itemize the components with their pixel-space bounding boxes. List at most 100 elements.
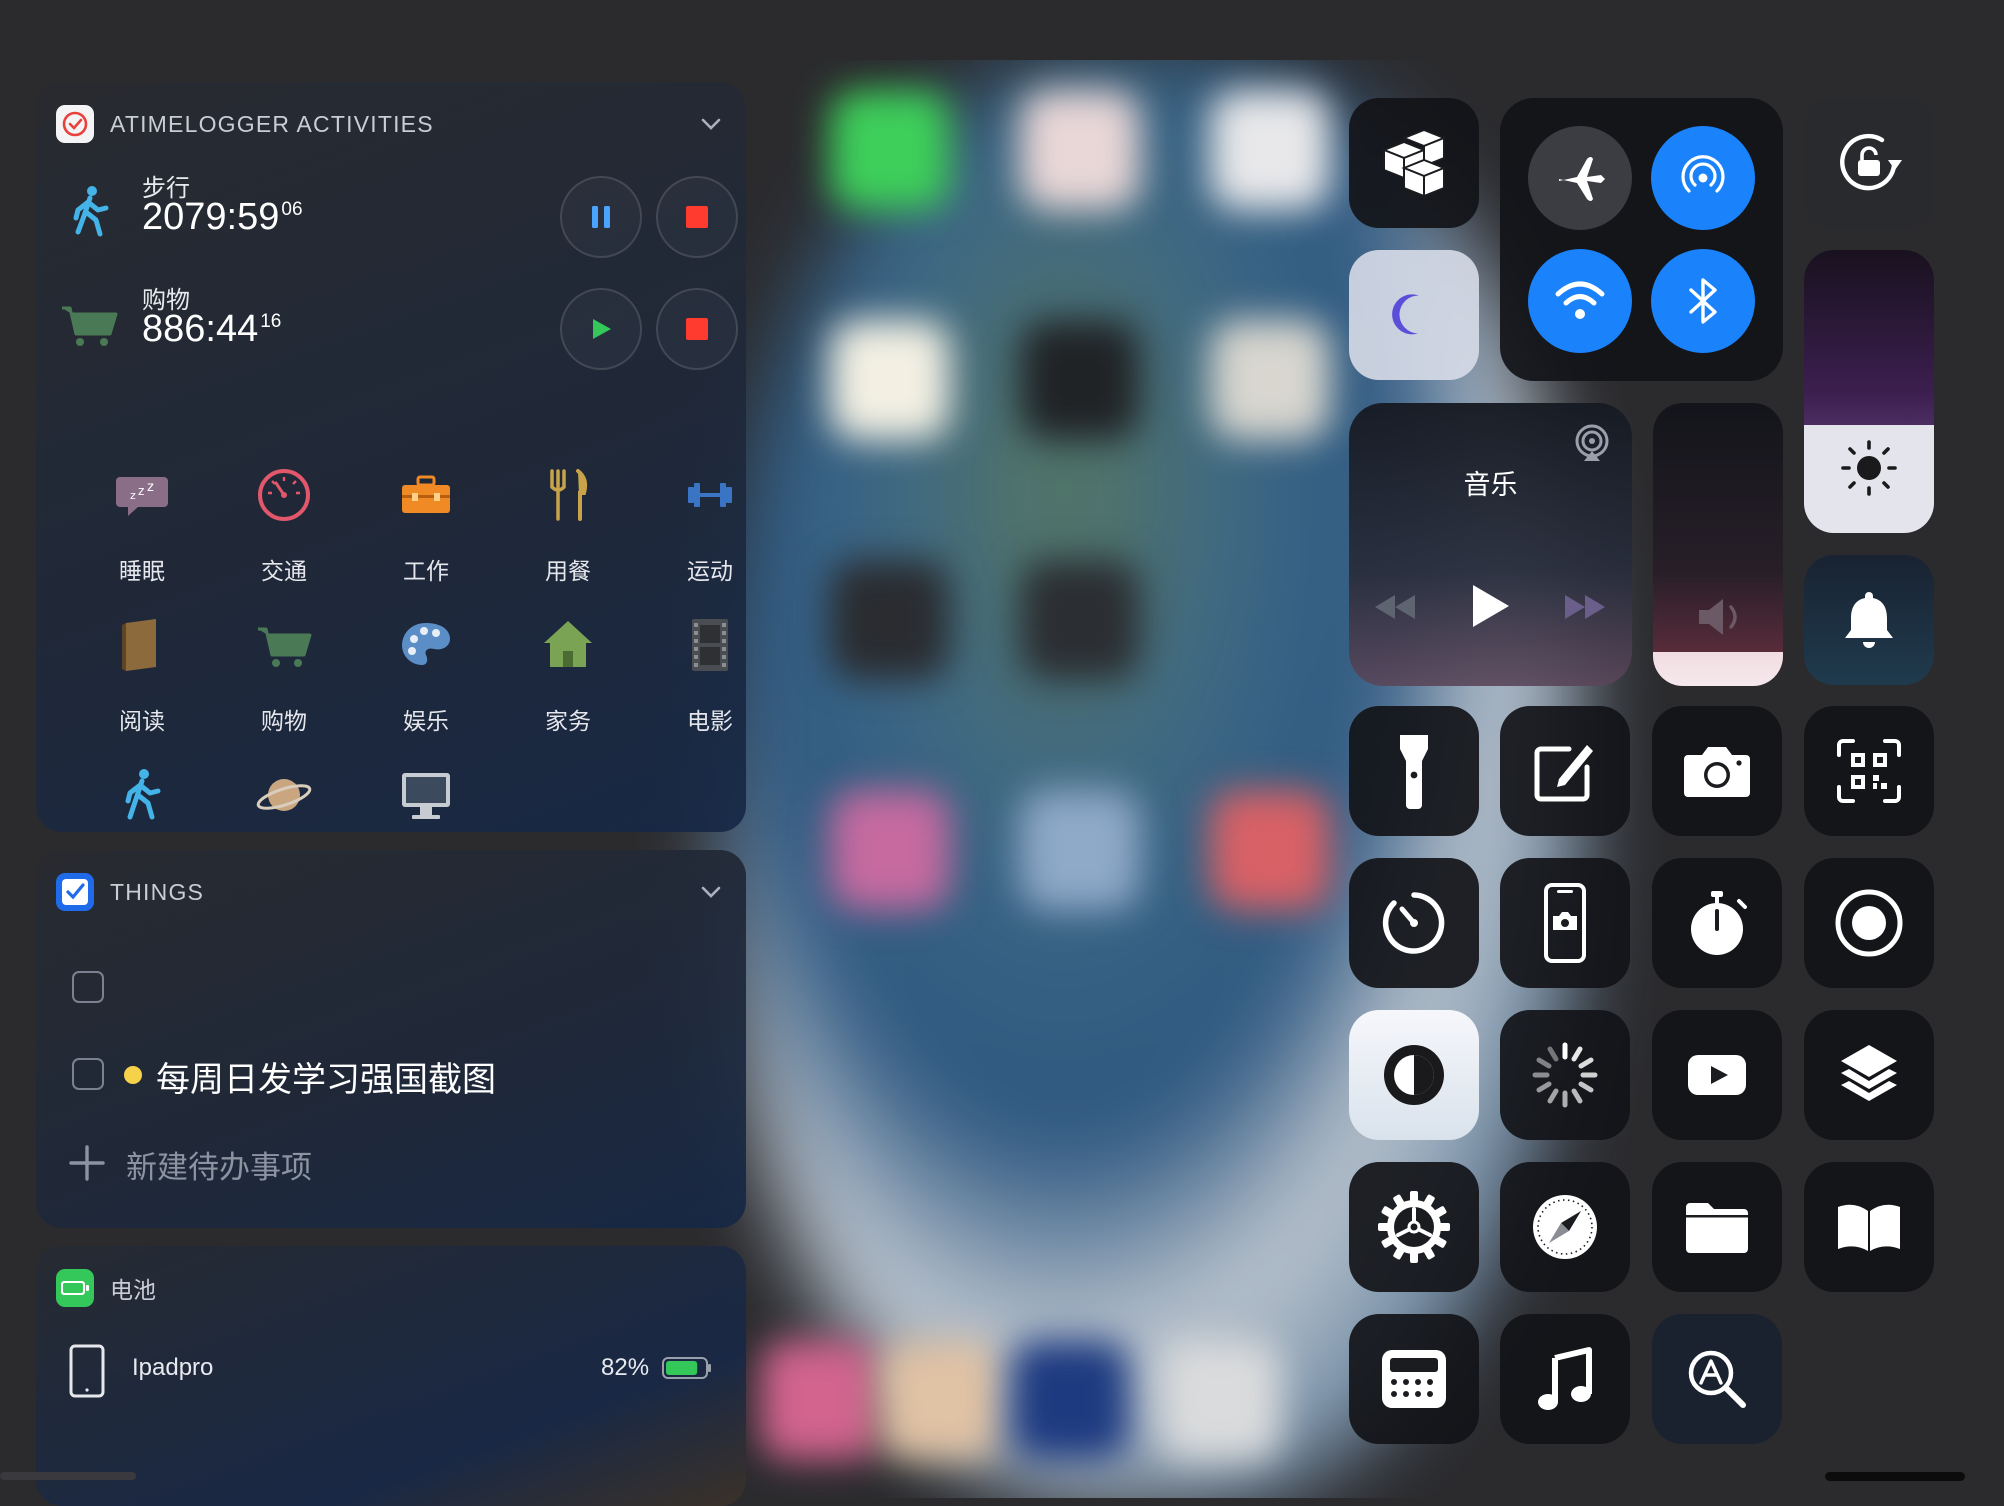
qr-code-icon (1837, 739, 1901, 803)
activity-reading[interactable]: 阅读 (72, 617, 212, 757)
previous-track-icon[interactable] (1371, 591, 1419, 623)
battery-widget: 电池 Ipadpro 82% (36, 1246, 746, 1506)
airdrop-toggle[interactable] (1651, 126, 1755, 230)
cydia-app-tile[interactable] (1349, 98, 1479, 228)
todo-checkbox[interactable] (72, 1058, 104, 1090)
walking-icon (73, 186, 109, 237)
blurred-app-icon (830, 90, 950, 210)
dark-mode-toggle[interactable] (1349, 1010, 1479, 1140)
todo-deadline-dot (124, 1066, 142, 1084)
bluetooth-toggle[interactable] (1651, 249, 1755, 353)
ipad-device-icon (69, 1344, 105, 1398)
remote-button[interactable] (1349, 1314, 1479, 1444)
now-playing-title: 音乐 (1463, 470, 1518, 500)
orientation-lock-toggle[interactable] (1804, 98, 1934, 228)
activity-label: 交通 (261, 558, 307, 584)
running-timer[interactable]: 步行 2079:59 06 (36, 162, 746, 262)
todo-title[interactable]: 每周日发学习强国截图 (156, 1052, 496, 1101)
magnifier-button[interactable] (1652, 1314, 1782, 1444)
plus-icon[interactable] (68, 1144, 106, 1182)
speedometer-icon (258, 469, 310, 521)
silent-mode-toggle[interactable] (1804, 555, 1934, 685)
atimelogger-widget: ATIMELOGGER ACTIVITIES 步行 2079:59 06 购物 8… (36, 82, 746, 832)
home-indicator[interactable] (1825, 1472, 1965, 1481)
airplay-audio-icon[interactable] (1571, 423, 1613, 465)
book-icon (122, 619, 156, 671)
wifi-icon (1555, 281, 1605, 319)
rotation-lock-icon (1840, 133, 1902, 191)
running-timer[interactable]: 购物 886:44 16 (36, 274, 746, 374)
shopping-cart-icon (62, 306, 118, 346)
blurred-app-icon (1020, 790, 1140, 910)
widget-title: 电池 (110, 1277, 156, 1303)
activity-label: 运动 (687, 558, 733, 584)
svg-text:z: z (138, 484, 144, 498)
books-button[interactable] (1804, 1162, 1934, 1292)
gear-icon (1378, 1191, 1450, 1263)
activity-sleep[interactable]: zzz 睡眠 (72, 467, 212, 607)
activity-work[interactable]: 工作 (356, 467, 496, 607)
timer-elapsed-main: 886:44 (142, 308, 259, 350)
fork-knife-icon (550, 469, 588, 521)
sleep-bubble-icon: zzz (116, 477, 168, 516)
wifi-toggle[interactable] (1528, 249, 1632, 353)
activity-study[interactable]: 学习 (214, 767, 354, 832)
new-todo-button[interactable]: 新建待办事项 (126, 1142, 312, 1187)
next-track-icon[interactable] (1561, 591, 1609, 623)
activity-dining[interactable]: 用餐 (498, 467, 638, 607)
timer-elapsed-seconds: 06 (281, 199, 303, 220)
play-icon[interactable] (1467, 581, 1513, 631)
airplane-mode-toggle[interactable] (1528, 126, 1632, 230)
blurred-app-icon (830, 560, 950, 680)
battery-percent: 82% (601, 1354, 650, 1381)
chevron-down-icon[interactable] (696, 877, 726, 907)
activity-transport[interactable]: 交通 (214, 467, 354, 607)
notes-button[interactable] (1500, 706, 1630, 836)
pause-button[interactable] (560, 176, 642, 258)
dumbbell-icon (688, 483, 732, 507)
music-note-icon (1538, 1347, 1592, 1410)
activity-label: 电影 (687, 708, 733, 734)
device-name: Ipadpro (132, 1354, 214, 1381)
flashlight-button[interactable] (1349, 706, 1479, 836)
blurred-dock-icon (1010, 1340, 1130, 1460)
activity-movie[interactable]: 电影 (640, 617, 746, 757)
do-not-disturb-toggle[interactable] (1349, 250, 1479, 380)
stop-button[interactable] (656, 176, 738, 258)
qr-scanner-button[interactable] (1804, 706, 1934, 836)
timer-button[interactable] (1349, 858, 1479, 988)
volume-slider[interactable] (1653, 403, 1783, 686)
activity-walking[interactable]: 步行 (72, 767, 212, 832)
todo-checkbox[interactable] (72, 971, 104, 1003)
youtube-button[interactable] (1652, 1010, 1782, 1140)
settings-button[interactable] (1349, 1162, 1479, 1292)
music-app-button[interactable] (1500, 1314, 1630, 1444)
blurred-app-icon (1020, 560, 1140, 680)
blurred-dock-icon (880, 1340, 1000, 1460)
boxes-icon (1381, 128, 1447, 198)
blurred-dock-icon (1160, 1340, 1280, 1460)
walking-icon (125, 769, 161, 820)
widget-header: ATIMELOGGER ACTIVITIES (56, 104, 726, 144)
activity-browsing[interactable]: 上网 (356, 767, 496, 832)
stopwatch-button[interactable] (1652, 858, 1782, 988)
resume-button[interactable] (560, 288, 642, 370)
activity-entertainment[interactable]: 娱乐 (356, 617, 496, 757)
files-button[interactable] (1652, 1162, 1782, 1292)
camera-button[interactable] (1652, 706, 1782, 836)
activity-indicator-button[interactable] (1500, 1010, 1630, 1140)
safari-button[interactable] (1500, 1162, 1630, 1292)
activity-housework[interactable]: 家务 (498, 617, 638, 757)
stop-button[interactable] (656, 288, 738, 370)
screen-recording-button[interactable] (1804, 858, 1934, 988)
folder-icon (1686, 1203, 1748, 1253)
widget-header: 电池 (56, 1268, 726, 1308)
activity-sport[interactable]: 运动 (640, 467, 746, 607)
activity-shopping[interactable]: 购物 (214, 617, 354, 757)
screen-capture-button[interactable] (1500, 858, 1630, 988)
brightness-slider[interactable] (1804, 250, 1934, 533)
chevron-down-icon[interactable] (696, 109, 726, 139)
magnifier-icon (1688, 1350, 1746, 1408)
shortcuts-button[interactable] (1804, 1010, 1934, 1140)
widget-header: THINGS (56, 872, 726, 912)
